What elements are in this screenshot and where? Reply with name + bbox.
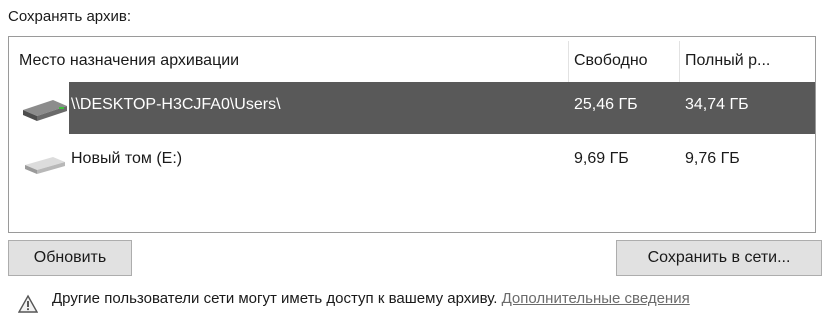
save-to-network-button[interactable]: Сохранить в сети... bbox=[616, 240, 822, 276]
column-separator[interactable] bbox=[679, 41, 680, 87]
destination-name: \\DESKTOP-H3CJFA0\Users\ bbox=[71, 96, 281, 113]
free-space: 25,46 ГБ bbox=[574, 96, 638, 113]
more-info-link[interactable]: Дополнительные сведения bbox=[502, 290, 690, 307]
column-header-free[interactable]: Свободно bbox=[574, 52, 648, 70]
free-space: 9,69 ГБ bbox=[574, 150, 629, 167]
backup-destination-list[interactable]: Место назначения архивации Свободно Полн… bbox=[8, 36, 816, 233]
drive-icon bbox=[19, 152, 69, 176]
info-text: Другие пользователи сети могут иметь дос… bbox=[52, 290, 502, 307]
total-space: 9,76 ГБ bbox=[685, 150, 740, 167]
network-drive-icon bbox=[19, 98, 69, 122]
destination-name: Новый том (E:) bbox=[71, 150, 183, 167]
refresh-button[interactable]: Обновить bbox=[8, 240, 132, 276]
group-label: Сохранять архив: bbox=[8, 8, 131, 25]
total-space: 34,74 ГБ bbox=[685, 96, 749, 113]
column-header-destination[interactable]: Место назначения архивации bbox=[19, 52, 239, 70]
column-header-total[interactable]: Полный р... bbox=[685, 52, 770, 70]
warning-icon bbox=[17, 294, 39, 314]
list-item[interactable]: Новый том (E:) 9,69 ГБ 9,76 ГБ bbox=[9, 136, 815, 188]
column-separator[interactable] bbox=[568, 41, 569, 87]
list-item[interactable]: \\DESKTOP-H3CJFA0\Users\ 25,46 ГБ 34,74 … bbox=[9, 82, 815, 134]
